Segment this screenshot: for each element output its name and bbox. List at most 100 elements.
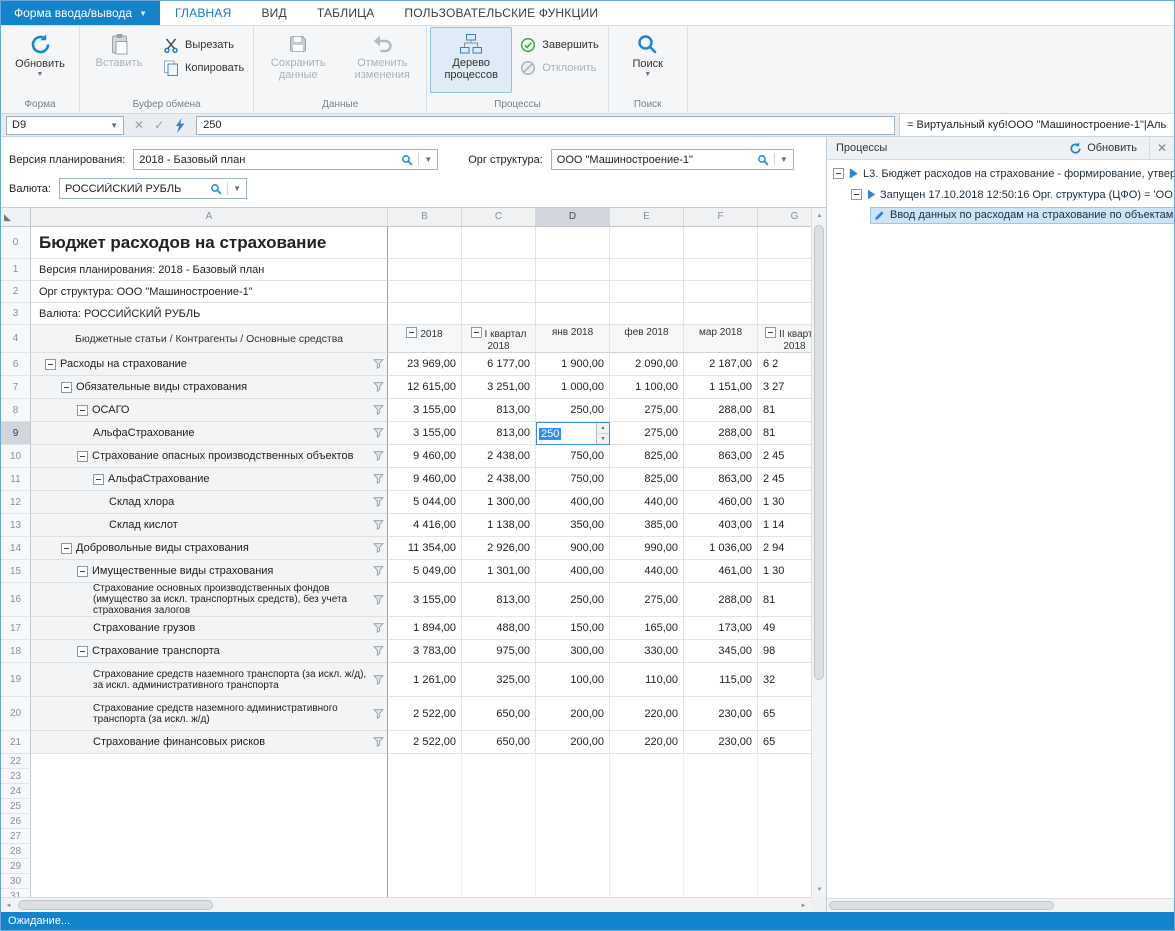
grid-cell[interactable] — [462, 859, 536, 874]
lightning-icon[interactable] — [174, 118, 186, 133]
grid-cell[interactable]: 3 783,00 — [388, 640, 462, 663]
grid-cell[interactable]: 200,00 — [536, 697, 610, 731]
grid-cell[interactable]: 825,00 — [610, 468, 684, 491]
grid-cell[interactable]: АльфаСтрахование — [31, 422, 388, 445]
grid-cell[interactable] — [610, 874, 684, 889]
version-filter-combo[interactable]: 2018 - Базовый план ▼ — [133, 149, 438, 170]
grid-cell[interactable] — [536, 281, 610, 303]
row-number[interactable]: 18 — [1, 640, 31, 663]
grid-cell[interactable] — [684, 859, 758, 874]
grid-cell[interactable]: АльфаСтрахование — [31, 468, 388, 491]
grid-cell[interactable] — [388, 754, 462, 769]
row-number[interactable]: 15 — [1, 560, 31, 583]
grid-cell[interactable]: 3 155,00 — [388, 422, 462, 445]
grid-cell[interactable]: 6 177,00 — [462, 353, 536, 376]
grid-cell[interactable]: 275,00 — [610, 422, 684, 445]
grid-cell[interactable] — [31, 784, 388, 799]
grid-cell[interactable] — [388, 784, 462, 799]
grid-cell[interactable]: 9 460,00 — [388, 468, 462, 491]
grid-cell[interactable] — [462, 769, 536, 784]
collapse-toggle[interactable] — [93, 474, 104, 485]
grid-cell[interactable] — [31, 874, 388, 889]
grid-cell[interactable]: Страхование основных производственных фо… — [31, 583, 388, 617]
grid-cell[interactable] — [536, 844, 610, 859]
grid-cell[interactable] — [536, 799, 610, 814]
grid-cell[interactable]: 3 155,00 — [388, 583, 462, 617]
grid-cell[interactable] — [684, 799, 758, 814]
grid-cell[interactable]: 230,00 — [684, 697, 758, 731]
grid-cell[interactable] — [684, 281, 758, 303]
collapse-toggle[interactable] — [851, 189, 862, 200]
grid-cell[interactable] — [684, 784, 758, 799]
grid-cell[interactable] — [462, 259, 536, 281]
grid-cell[interactable]: 23 969,00 — [388, 353, 462, 376]
row-number[interactable]: 3 — [1, 303, 31, 325]
grid-cell[interactable]: 65 — [758, 697, 811, 731]
column-header-B[interactable]: B — [388, 208, 462, 227]
grid-cell[interactable]: 1 894,00 — [388, 617, 462, 640]
grid-cell[interactable] — [388, 844, 462, 859]
row-number[interactable]: 31 — [1, 889, 31, 897]
grid-cell[interactable]: 2 45 — [758, 468, 811, 491]
collapse-toggle[interactable] — [765, 327, 776, 338]
grid-cell[interactable]: 863,00 — [684, 445, 758, 468]
grid-horizontal-scrollbar[interactable]: ◄ ► — [1, 897, 811, 912]
grid-cell[interactable] — [536, 769, 610, 784]
search-icon[interactable] — [401, 154, 413, 166]
complete-button[interactable]: Завершить — [514, 36, 604, 54]
grid-cell[interactable]: 440,00 — [610, 491, 684, 514]
row-number[interactable]: 8 — [1, 399, 31, 422]
grid-cell[interactable] — [610, 227, 684, 259]
grid-cell[interactable]: 1 036,00 — [684, 537, 758, 560]
horizontal-scroll-thumb[interactable] — [829, 901, 1054, 910]
grid-cell[interactable] — [684, 754, 758, 769]
grid-cell[interactable] — [462, 889, 536, 897]
grid-cell[interactable] — [684, 874, 758, 889]
grid-cell[interactable]: Обязательные виды страхования — [31, 376, 388, 399]
grid-cell[interactable]: 1 900,00 — [536, 353, 610, 376]
copy-button[interactable]: Копировать — [157, 59, 250, 77]
scroll-up-icon[interactable]: ▲ — [812, 208, 826, 223]
grid-cell[interactable] — [758, 769, 811, 784]
grid-cell[interactable]: 1 30 — [758, 560, 811, 583]
grid-cell[interactable] — [388, 829, 462, 844]
grid-cell[interactable] — [536, 784, 610, 799]
active-edit-cell[interactable]: 250▲▼ — [536, 422, 610, 445]
grid-cell[interactable]: 1 000,00 — [536, 376, 610, 399]
row-number[interactable]: 22 — [1, 754, 31, 769]
tab-user-functions[interactable]: ПОЛЬЗОВАТЕЛЬСКИЕ ФУНКЦИИ — [389, 1, 613, 25]
grid-cell[interactable]: Имущественные виды страхования — [31, 560, 388, 583]
grid-cell[interactable] — [388, 874, 462, 889]
grid-cell[interactable] — [758, 844, 811, 859]
grid-cell[interactable] — [758, 829, 811, 844]
row-number[interactable]: 0 — [1, 227, 31, 259]
row-number[interactable]: 30 — [1, 874, 31, 889]
confirm-icon[interactable]: ✓ — [154, 118, 164, 132]
grid-cell[interactable] — [610, 769, 684, 784]
collapse-toggle[interactable] — [61, 543, 72, 554]
grid-cell[interactable]: 250,00 — [536, 399, 610, 422]
filter-funnel-icon[interactable] — [373, 646, 384, 656]
row-number[interactable]: 12 — [1, 491, 31, 514]
cancel-icon[interactable]: ✕ — [134, 118, 144, 132]
grid-cell[interactable]: 460,00 — [684, 491, 758, 514]
collapse-toggle[interactable] — [833, 168, 844, 179]
grid-cell[interactable] — [462, 829, 536, 844]
cell-reference-box[interactable]: D9 ▼ — [6, 116, 124, 135]
process-tree-item-selected[interactable]: Ввод данных по расходам на страхование п… — [827, 205, 1174, 226]
grid-cell[interactable] — [462, 754, 536, 769]
filter-funnel-icon[interactable] — [373, 405, 384, 415]
grid-cell[interactable] — [758, 859, 811, 874]
tab-vid[interactable]: ВИД — [246, 1, 301, 25]
processes-refresh-button[interactable]: Обновить — [1057, 142, 1149, 155]
grid-cell[interactable]: 3 155,00 — [388, 399, 462, 422]
collapse-toggle[interactable] — [77, 405, 88, 416]
process-tree-button[interactable]: Дерево процессов — [430, 27, 512, 93]
tab-tablitsa[interactable]: ТАБЛИЦА — [302, 1, 390, 25]
filter-funnel-icon[interactable] — [373, 623, 384, 633]
grid-cell[interactable]: 400,00 — [536, 560, 610, 583]
grid-cell[interactable] — [758, 874, 811, 889]
grid-cell[interactable] — [536, 889, 610, 897]
grid-cell[interactable] — [388, 889, 462, 897]
grid-cell[interactable] — [610, 889, 684, 897]
